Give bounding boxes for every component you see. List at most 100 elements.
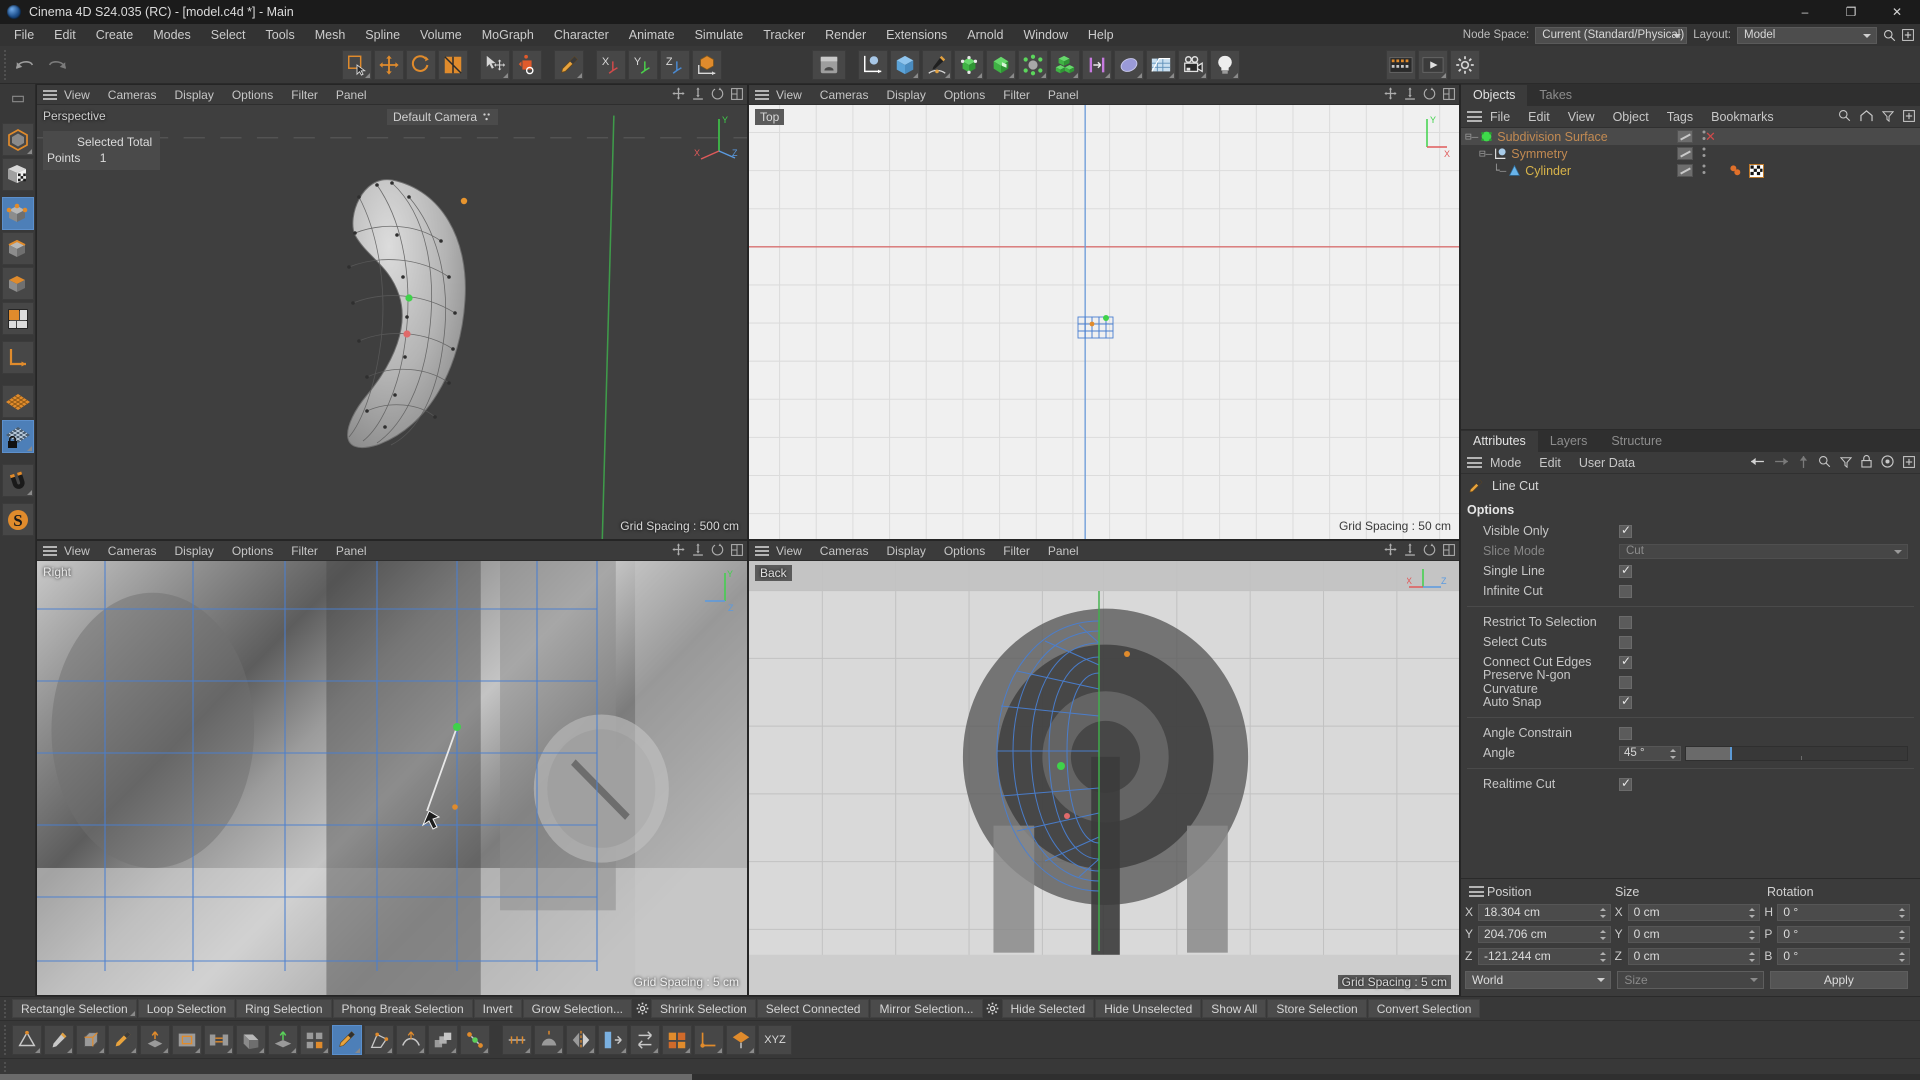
- dropdown-corner-icon[interactable]: [67, 1047, 72, 1053]
- dropdown-corner-icon[interactable]: [291, 1047, 296, 1053]
- dropdown[interactable]: Cut: [1619, 543, 1908, 559]
- hamburger-icon[interactable]: [1465, 886, 1487, 897]
- coord-position-field[interactable]: 18.304 cm: [1478, 903, 1611, 921]
- filter-icon[interactable]: [1881, 110, 1895, 125]
- hamburger-icon[interactable]: [749, 89, 769, 100]
- close-icon[interactable]: ✕: [1705, 129, 1716, 144]
- content-browser-button[interactable]: [812, 49, 846, 80]
- viewport-perspective-camera[interactable]: Default Camera: [387, 109, 499, 125]
- selection-button-hide-selected[interactable]: Hide Selected: [1001, 999, 1095, 1018]
- checkbox[interactable]: [1619, 726, 1632, 740]
- coord-position-field[interactable]: 204.706 cm: [1478, 925, 1611, 943]
- angle-slider[interactable]: [1685, 745, 1908, 761]
- spinner-icon[interactable]: [1899, 951, 1907, 963]
- dropdown-corner-icon[interactable]: [685, 1047, 690, 1053]
- maximize-viewport-icon[interactable]: [1443, 87, 1455, 103]
- model-mode-button[interactable]: [1, 123, 34, 156]
- vp-menu-panel[interactable]: Panel: [327, 85, 376, 105]
- vp-menu-options[interactable]: Options: [935, 541, 994, 561]
- mesh-tool-set-point-value[interactable]: [662, 1024, 692, 1055]
- vp-menu-filter[interactable]: Filter: [282, 85, 327, 105]
- checkbox[interactable]: [1619, 615, 1632, 629]
- size-mode-dropdown[interactable]: Size: [1617, 971, 1764, 989]
- mesh-tool-axis-center[interactable]: [694, 1024, 724, 1055]
- home-icon[interactable]: [1860, 109, 1873, 125]
- mesh-tool-extrude-inner[interactable]: [172, 1024, 202, 1055]
- mesh-tool-bevel[interactable]: [76, 1024, 106, 1055]
- dropdown-corner-icon[interactable]: [323, 1047, 328, 1053]
- object-row-cylinder[interactable]: └– Cylinder: [1461, 162, 1920, 179]
- mesh-tool-solidify[interactable]: [236, 1024, 266, 1055]
- palette-grip[interactable]: [2, 86, 34, 112]
- dropdown-corner-icon[interactable]: [717, 1047, 722, 1053]
- viewport-top-canvas[interactable]: Top Y X Grid Spacing : 50 cm: [749, 105, 1459, 539]
- add-icon[interactable]: [1903, 109, 1915, 125]
- vp-menu-options[interactable]: Options: [223, 85, 282, 105]
- vp-menu-options[interactable]: Options: [935, 85, 994, 105]
- menu-mograph[interactable]: MoGraph: [472, 24, 544, 46]
- menu-simulate[interactable]: Simulate: [685, 24, 754, 46]
- maximize-viewport-icon[interactable]: [731, 543, 743, 559]
- dropdown-corner-icon[interactable]: [419, 1047, 424, 1053]
- sculpt-mode-button[interactable]: S: [1, 503, 34, 536]
- dropdown-corner-icon[interactable]: [99, 1047, 104, 1053]
- maximize-viewport-icon[interactable]: [731, 87, 743, 103]
- dropdown-corner-icon[interactable]: [621, 1047, 626, 1053]
- mesh-tool-smooth-shift[interactable]: [396, 1024, 426, 1055]
- tab-structure[interactable]: Structure: [1599, 431, 1675, 452]
- dolly-icon[interactable]: [1404, 543, 1416, 559]
- checkbox[interactable]: [1619, 675, 1632, 689]
- dropdown-corner-icon[interactable]: [35, 1047, 40, 1053]
- hamburger-icon[interactable]: [37, 89, 57, 100]
- dropdown-corner-icon[interactable]: [483, 1047, 488, 1053]
- dropdown-corner-icon[interactable]: [129, 1011, 135, 1016]
- mograph-effector-button[interactable]: [1082, 49, 1112, 80]
- material-tag[interactable]: [1729, 164, 1743, 177]
- selection-button-show-all[interactable]: Show All: [1202, 999, 1267, 1018]
- vp-menu-display[interactable]: Display: [165, 541, 222, 561]
- hamburger-icon[interactable]: [749, 545, 769, 556]
- null-object-button[interactable]: [858, 49, 888, 80]
- viewport-back-canvas[interactable]: Back X Z Grid Spacing : 5 cm: [749, 561, 1459, 995]
- vp-menu-view[interactable]: View: [55, 541, 99, 561]
- dropdown-corner-icon[interactable]: [227, 1047, 232, 1053]
- vp-menu-options[interactable]: Options: [223, 541, 282, 561]
- mesh-tool-stitch-sew[interactable]: [502, 1024, 532, 1055]
- snap-mode-button[interactable]: [1, 464, 34, 497]
- spinner-icon[interactable]: [1749, 907, 1757, 919]
- coord-position-field[interactable]: -121.244 cm: [1478, 947, 1611, 965]
- menu-tools[interactable]: Tools: [256, 24, 305, 46]
- om-menu-tags[interactable]: Tags: [1658, 106, 1702, 128]
- selection-button-phong-break-selection[interactable]: Phong Break Selection: [332, 999, 473, 1018]
- menu-mesh[interactable]: Mesh: [305, 24, 356, 46]
- light-button[interactable]: [1210, 49, 1240, 80]
- spinner-icon[interactable]: [1749, 929, 1757, 941]
- forward-arrow-icon[interactable]: [1774, 456, 1789, 470]
- object-visibility-badge[interactable]: [1677, 130, 1693, 143]
- om-menu-bookmarks[interactable]: Bookmarks: [1702, 106, 1783, 128]
- axis-mode-button[interactable]: [1, 341, 34, 374]
- dropdown-corner-icon[interactable]: [557, 1047, 562, 1053]
- om-menu-edit[interactable]: Edit: [1519, 106, 1559, 128]
- spinner-icon[interactable]: [1749, 951, 1757, 963]
- checkbox[interactable]: [1619, 584, 1632, 598]
- checkbox[interactable]: [1619, 635, 1632, 649]
- checker-tag[interactable]: [1749, 163, 1764, 178]
- vp-menu-cameras[interactable]: Cameras: [811, 85, 878, 105]
- object-row-subdivision-surface[interactable]: ⊟– Subdivision Surface ✕: [1461, 128, 1920, 145]
- orbit-icon[interactable]: [1423, 87, 1436, 103]
- tab-objects[interactable]: Objects: [1461, 85, 1528, 106]
- checkbox[interactable]: [1619, 523, 1632, 538]
- up-arrow-icon[interactable]: [1798, 455, 1809, 472]
- search-icon[interactable]: [1838, 109, 1851, 125]
- array-generator-button[interactable]: [954, 49, 984, 80]
- am-menu-user-data[interactable]: User Data: [1570, 452, 1644, 474]
- spinner-icon[interactable]: [1670, 748, 1678, 760]
- dropdown-corner-icon[interactable]: [525, 1047, 530, 1053]
- workplane-mode-button[interactable]: [1, 385, 34, 418]
- object-row-symmetry[interactable]: ⊟– Symmetry: [1461, 145, 1920, 162]
- vp-menu-view[interactable]: View: [767, 541, 811, 561]
- pan-icon[interactable]: [672, 87, 685, 103]
- dolly-icon[interactable]: [1404, 87, 1416, 103]
- mesh-tool-weld[interactable]: [460, 1024, 490, 1055]
